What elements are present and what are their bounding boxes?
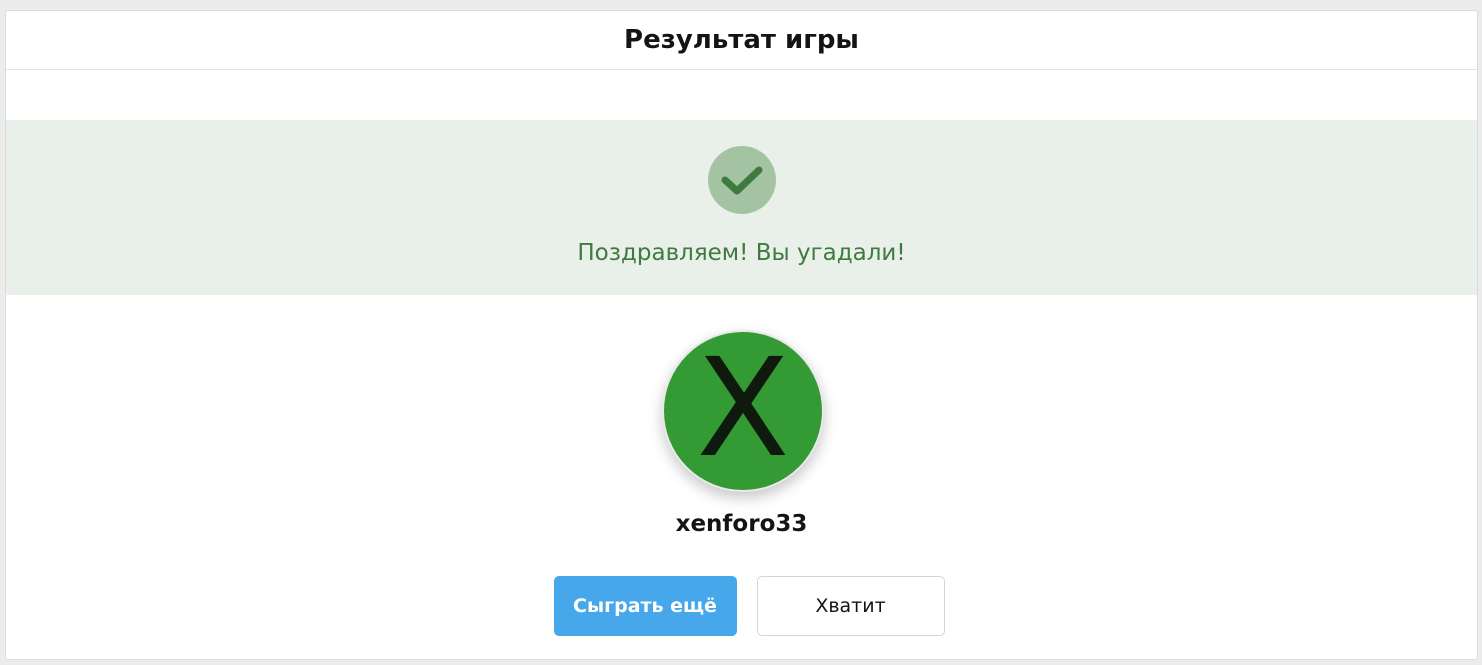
dialog-header: Результат игры [6,11,1477,70]
avatar-letter: X [696,330,790,488]
success-banner: Поздравляем! Вы угадали! [6,120,1477,295]
play-again-button[interactable]: Сыграть ещё [553,576,737,636]
enough-button[interactable]: Хватит [756,576,945,636]
dialog-title: Результат игры [624,25,859,55]
username: xenforo33 [675,511,808,537]
success-message: Поздравляем! Вы угадали! [577,240,906,266]
check-circle [707,146,776,214]
game-result-dialog: Результат игры Поздравляем! Вы угадали! … [5,10,1478,660]
avatar: X [662,330,824,492]
check-icon [721,166,762,195]
action-buttons: Сыграть ещё Хватит [6,576,1477,636]
